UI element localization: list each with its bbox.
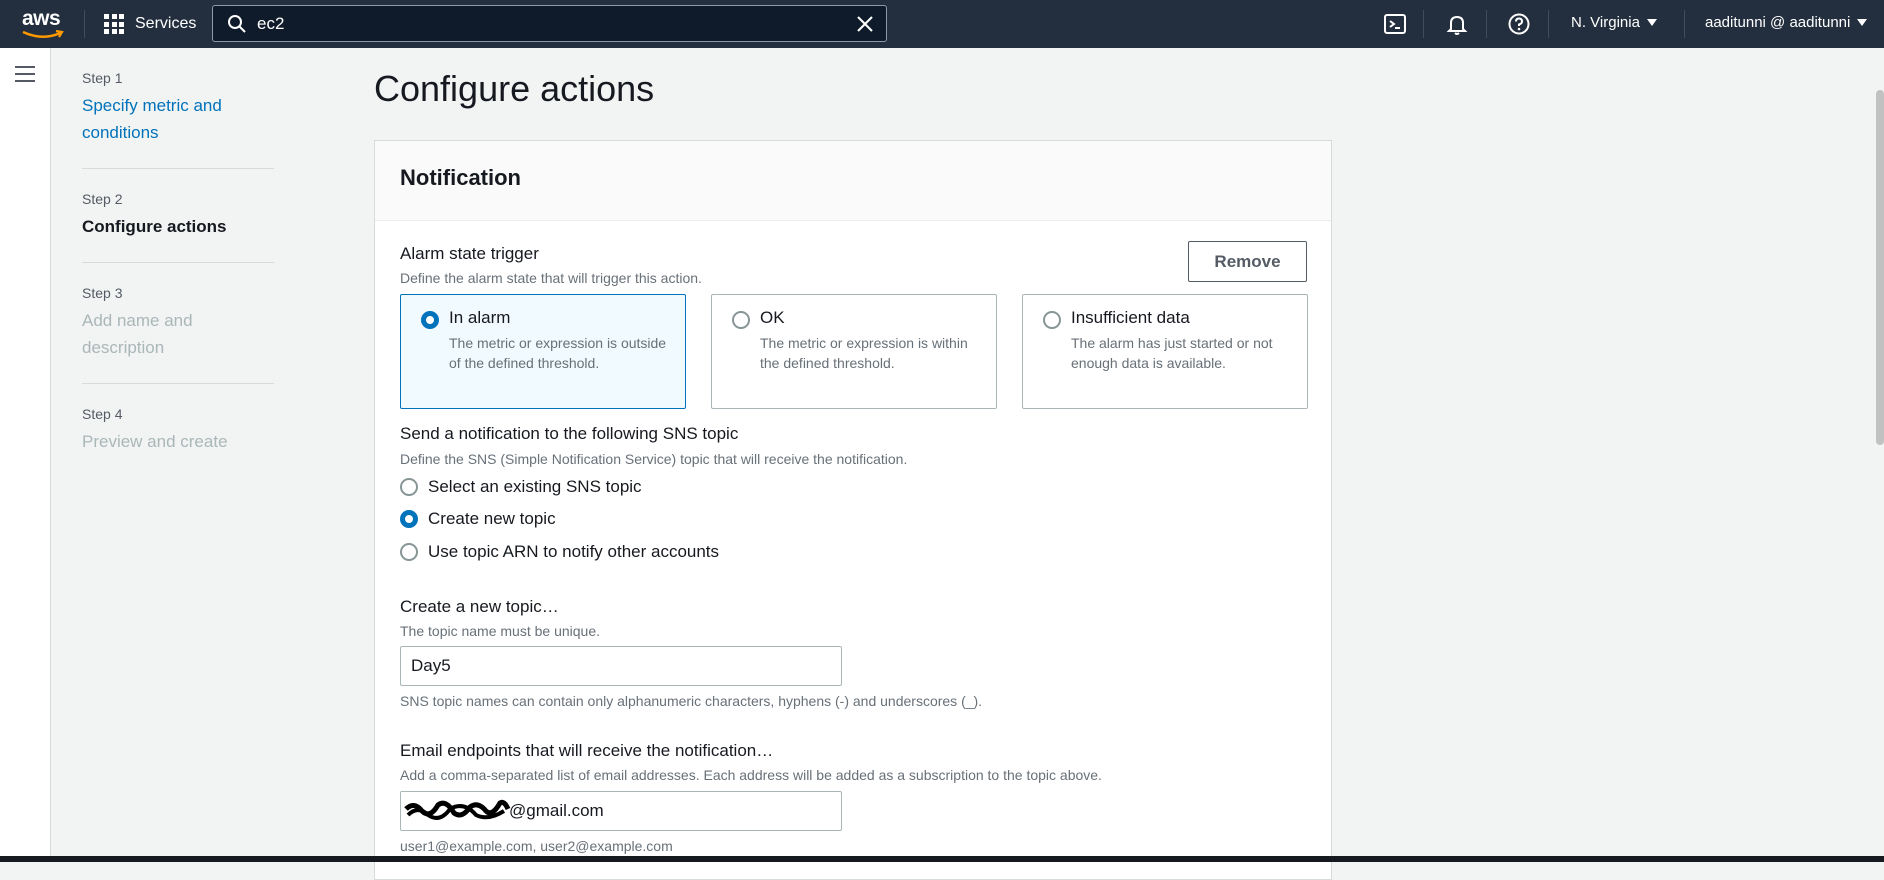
- option-use-topic-arn[interactable]: Use topic ARN to notify other accounts: [400, 542, 719, 562]
- option-label: Create new topic: [428, 509, 556, 528]
- email-endpoints-hint: user1@example.com, user2@example.com: [400, 838, 673, 854]
- services-label: Services: [135, 15, 197, 32]
- alarm-state-trigger-desc: Define the alarm state that will trigger…: [400, 270, 702, 286]
- nav-divider: [84, 10, 85, 38]
- nav-divider: [1548, 10, 1549, 38]
- remove-button[interactable]: Remove: [1188, 241, 1307, 282]
- account-label: aaditunni @ aaditunni: [1705, 14, 1851, 31]
- notifications-bell-icon[interactable]: [1445, 12, 1469, 36]
- email-endpoints-label: Email endpoints that will receive the no…: [400, 741, 774, 760]
- tile-label: In alarm: [449, 308, 511, 327]
- alarm-state-trigger-label: Alarm state trigger: [400, 244, 539, 263]
- topic-name-hint: SNS topic names can contain only alphanu…: [400, 693, 983, 709]
- services-menu-button[interactable]: Services: [104, 12, 196, 36]
- clear-search-icon[interactable]: [856, 15, 874, 33]
- tile-insufficient-data[interactable]: Insufficient data The alarm has just sta…: [1022, 294, 1308, 409]
- tile-label: Insufficient data: [1071, 308, 1190, 327]
- aws-smile-icon: [22, 30, 64, 38]
- radio-ok[interactable]: [732, 311, 750, 329]
- topic-name-input[interactable]: [400, 646, 842, 686]
- option-create-new-topic[interactable]: Create new topic: [400, 509, 556, 529]
- step-2: Step 2 Configure actions: [82, 191, 274, 263]
- side-rail: [0, 48, 51, 862]
- option-label: Select an existing SNS topic: [428, 477, 642, 496]
- caret-down-icon: [1857, 19, 1868, 26]
- tile-desc: The alarm has just started or not enough…: [1071, 335, 1273, 371]
- step-current-configure-actions: Configure actions: [82, 217, 227, 236]
- search-box[interactable]: [212, 5, 887, 42]
- page-title: Configure actions: [374, 68, 655, 109]
- new-topic-desc: The topic name must be unique.: [400, 623, 601, 639]
- tile-ok[interactable]: OK The metric or expression is within th…: [711, 294, 997, 409]
- sns-topic-label: Send a notification to the following SNS…: [400, 424, 739, 443]
- menu-icon[interactable]: [15, 66, 35, 87]
- aws-logo-text: aws: [22, 7, 61, 30]
- panel-header: Notification: [375, 141, 1331, 221]
- tile-label: OK: [760, 308, 785, 327]
- nav-divider: [1423, 10, 1424, 38]
- option-label: Use topic ARN to notify other accounts: [428, 542, 720, 561]
- panel-title: Notification: [400, 165, 521, 190]
- search-icon: [228, 15, 246, 33]
- caret-down-icon: [1646, 19, 1657, 26]
- email-endpoints-desc: Add a comma-separated list of email addr…: [400, 767, 1102, 783]
- nav-divider: [1684, 10, 1685, 38]
- redaction-scribble: [404, 799, 511, 820]
- step-number: Step 1: [82, 70, 123, 86]
- tile-desc: The metric or expression is within the d…: [760, 335, 968, 371]
- step-title-preview: Preview and create: [82, 432, 228, 451]
- scrollbar-thumb[interactable]: [1876, 90, 1884, 445]
- region-label: N. Virginia: [1571, 14, 1640, 31]
- top-navigation: aws Services ec2 N. Virginia aaditunni @…: [0, 0, 1884, 48]
- nav-divider: [1486, 10, 1487, 38]
- bottom-bar: [0, 856, 1884, 862]
- option-select-existing-topic[interactable]: Select an existing SNS topic: [400, 477, 642, 497]
- notification-panel: Notification Remove Alarm state trigger …: [374, 140, 1332, 880]
- radio-insufficient-data[interactable]: [1043, 311, 1061, 329]
- sns-topic-desc: Define the SNS (Simple Notification Serv…: [400, 451, 908, 467]
- new-topic-label: Create a new topic…: [400, 597, 559, 616]
- account-menu[interactable]: aaditunni @ aaditunni: [1705, 14, 1868, 31]
- cloudshell-icon[interactable]: [1383, 12, 1407, 36]
- wizard-steps: Step 1 Specify metric and conditions Ste…: [82, 70, 274, 499]
- radio-create-new-topic[interactable]: [400, 510, 418, 528]
- radio-select-existing-topic[interactable]: [400, 478, 418, 496]
- step-number: Step 4: [82, 406, 123, 422]
- step-1: Step 1 Specify metric and conditions: [82, 70, 274, 169]
- step-number: Step 2: [82, 191, 123, 207]
- help-icon[interactable]: [1507, 12, 1531, 36]
- tile-in-alarm[interactable]: In alarm The metric or expression is out…: [400, 294, 686, 409]
- search-input[interactable]: [257, 12, 837, 36]
- services-grid-icon: [104, 14, 124, 34]
- step-link-specify-metric[interactable]: Specify metric and conditions: [82, 92, 274, 146]
- step-title-add-name: Add name and description: [82, 311, 193, 357]
- radio-use-topic-arn[interactable]: [400, 543, 418, 561]
- tile-desc: The metric or expression is outside of t…: [449, 335, 667, 371]
- step-4: Step 4 Preview and create: [82, 406, 274, 477]
- step-3: Step 3 Add name and description: [82, 285, 274, 384]
- region-selector[interactable]: N. Virginia: [1571, 14, 1657, 31]
- aws-logo[interactable]: aws: [20, 6, 66, 42]
- radio-in-alarm[interactable]: [421, 311, 439, 329]
- step-number: Step 3: [82, 285, 123, 301]
